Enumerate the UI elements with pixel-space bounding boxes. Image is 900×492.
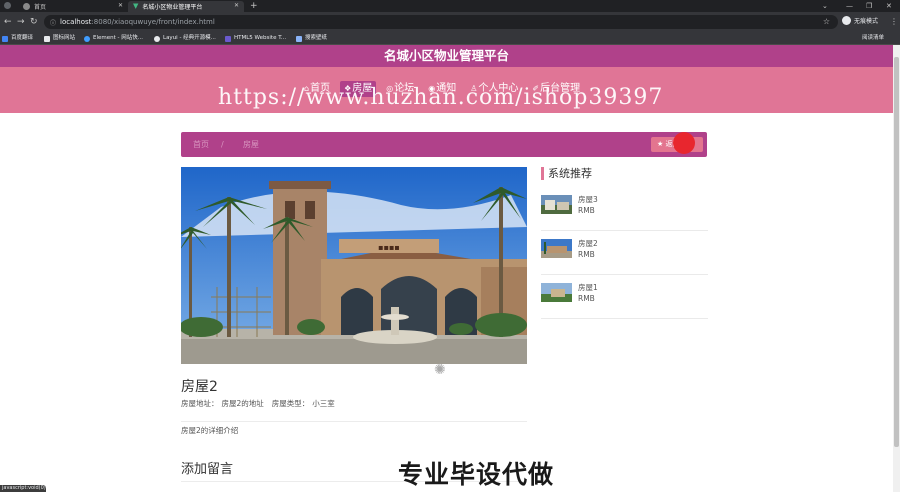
breadcrumb-current: 房屋 [243, 140, 259, 149]
recommend-thumbnail[interactable] [541, 283, 572, 302]
browser-tab-active[interactable]: ▼ 名城小区物业管理平台 ✕ [128, 1, 244, 12]
address-value: 房屋2的地址 [221, 399, 264, 408]
divider [541, 274, 708, 275]
back-arrow-icon[interactable]: ← [4, 16, 12, 28]
bookmark-item[interactable]: 百度翻译 [2, 32, 33, 45]
bookmark-item[interactable]: 图标网站 [44, 32, 75, 45]
incognito-icon [842, 16, 851, 25]
browser-tab-home[interactable]: 首页 ✕ [18, 1, 128, 12]
reload-icon[interactable]: ↻ [30, 16, 38, 28]
star-icon: ★ [657, 140, 664, 148]
cursor-highlight [673, 132, 695, 154]
layui-icon [154, 35, 160, 42]
browser-toolbar: ← → ↻ ⓘ localhost:8080/xiaoquwuye/front/… [0, 12, 900, 32]
close-icon[interactable]: ✕ [118, 2, 123, 9]
restore-icon[interactable]: ❐ [866, 0, 872, 12]
recommend-title: 系统推荐 [541, 167, 592, 180]
chevron-down-icon[interactable]: ⌄ [822, 0, 828, 12]
address-url: localhost:8080/xiaoquwuye/front/index.ht… [60, 18, 215, 26]
scrollbar-thumb[interactable] [894, 57, 899, 447]
minimize-icon[interactable]: — [846, 0, 853, 12]
recommend-name[interactable]: 房屋1 [578, 283, 598, 293]
recommend-item[interactable]: 房屋2 RMB [541, 239, 708, 283]
recommend-name[interactable]: 房屋2 [578, 239, 598, 249]
bookmark-item[interactable]: Layui - 经典开源模... [154, 32, 216, 45]
reading-list-button[interactable]: 阅读清单 [862, 32, 884, 45]
recommend-item[interactable]: 房屋3 RMB [541, 195, 708, 239]
address-bar[interactable]: ⓘ localhost:8080/xiaoquwuye/front/index.… [44, 15, 838, 29]
close-window-icon[interactable]: ✕ [886, 0, 892, 12]
divider [541, 230, 708, 231]
image-icon [296, 35, 302, 42]
element-icon [84, 35, 90, 42]
loading-spinner-icon: ✺ [434, 362, 446, 378]
browser-menu-icon[interactable] [4, 2, 11, 9]
recommend-thumbnail[interactable] [541, 239, 572, 258]
bookmark-item[interactable]: HTML5 Website T... [225, 32, 286, 45]
bookmark-star-icon[interactable]: ☆ [823, 15, 830, 29]
house-meta: 房屋地址： 房屋2的地址 房屋类型： 小三室 [181, 398, 338, 409]
browser-tab-title: 名城小区物业管理平台 [142, 4, 203, 11]
type-value: 小三室 [312, 399, 335, 408]
house-main-image: ▪▪▪▪ [181, 167, 527, 364]
translate-icon [2, 35, 8, 42]
house-title: 房屋2 [181, 379, 218, 395]
status-bar-url: javascript:void(0) [0, 485, 46, 492]
breadcrumb-separator: / [221, 140, 224, 149]
site-title-bar: 名城小区物业管理平台 [0, 45, 893, 67]
recommend-price: RMB [578, 294, 595, 303]
browser-tab-title: 首页 [34, 4, 47, 11]
incognito-profile[interactable]: 无痕模式 [842, 16, 878, 25]
site-title: 名城小区物业管理平台 [383, 48, 509, 63]
recommend-item[interactable]: 房屋1 RMB [541, 283, 708, 327]
add-comment-title: 添加留言 [181, 462, 234, 477]
page-scrollbar[interactable] [893, 45, 900, 492]
new-tab-button[interactable]: + [250, 0, 258, 12]
more-menu-icon[interactable]: ⋮ [890, 16, 898, 28]
address-label: 房屋地址： [181, 399, 219, 408]
breadcrumb-home[interactable]: 首页 [193, 132, 209, 157]
forward-arrow-icon[interactable]: → [17, 16, 25, 28]
recommend-price: RMB [578, 206, 595, 215]
divider [181, 421, 527, 422]
recommend-thumbnail[interactable] [541, 195, 572, 214]
ad-watermark: 专业毕设代做 [398, 460, 555, 489]
house-description: 房屋2的详细介绍 [181, 426, 239, 435]
folder-icon [44, 35, 50, 42]
html5-icon [225, 35, 231, 42]
svg-text:▪▪▪▪: ▪▪▪▪ [378, 243, 400, 252]
vue-icon: ▼ [133, 2, 139, 10]
info-icon[interactable]: ⓘ [50, 18, 56, 27]
house-photo: ▪▪▪▪ [181, 167, 527, 364]
globe-icon [23, 3, 30, 10]
bookmarks-bar: 百度翻译 图标网站 Element - 网站快... Layui - 经典开源模… [0, 32, 900, 45]
watermark-url: https://www.huzhan.com/ishop39397 [218, 85, 664, 110]
divider [541, 318, 708, 319]
browser-tabstrip: 首页 ✕ ▼ 名城小区物业管理平台 ✕ + ⌄ — ❐ ✕ [0, 0, 900, 12]
type-label: 房屋类型： [271, 399, 310, 408]
bookmark-item[interactable]: Element - 网站快... [84, 32, 143, 45]
recommend-price: RMB [578, 250, 595, 259]
close-icon[interactable]: ✕ [234, 2, 239, 9]
recommend-name[interactable]: 房屋3 [578, 195, 598, 205]
bookmark-item[interactable]: 搜索壁纸 [296, 32, 327, 45]
breadcrumb: 首页 / 房屋 ★ 返回 [181, 132, 707, 157]
